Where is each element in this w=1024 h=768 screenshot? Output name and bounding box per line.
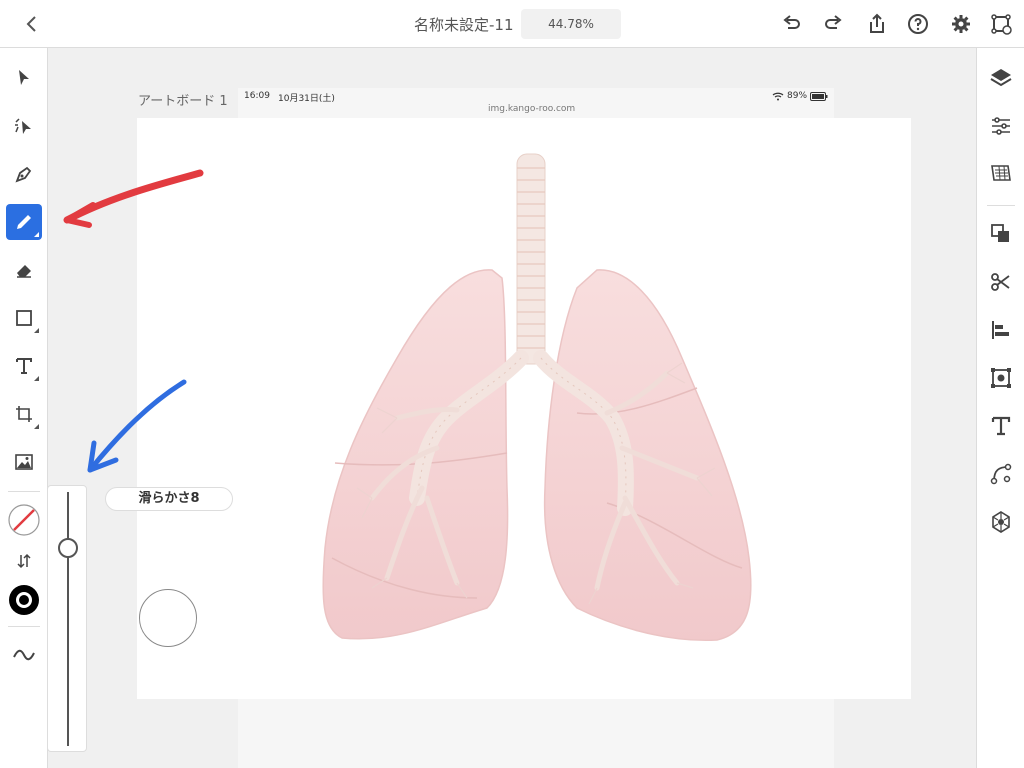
arrange-icon[interactable]: [989, 222, 1013, 246]
smoothing-slider-thumb[interactable]: [58, 538, 78, 558]
rectangle-icon: [16, 310, 32, 326]
eraser-tool[interactable]: [6, 252, 42, 288]
embedded-screenshot-status-bar: 16:09 10月31日(土) img.kango-roo.com 89%: [238, 88, 834, 118]
toolbar-divider: [8, 626, 40, 627]
select-tool[interactable]: [6, 60, 42, 96]
fill-color-icon[interactable]: [7, 583, 41, 617]
direct-select-tool[interactable]: [6, 108, 42, 144]
smoothing-slider-track[interactable]: [67, 492, 69, 746]
libraries-icon[interactable]: [989, 162, 1013, 186]
app-window: 名称未設定-11 44.78% アートボード 1 16:09 10月31日(土)…: [0, 0, 1024, 768]
zoom-level[interactable]: 44.78%: [521, 9, 621, 39]
brush-size-preview: [139, 589, 197, 647]
status-battery: 89%: [787, 91, 808, 101]
rectangle-tool[interactable]: [6, 300, 42, 336]
status-date: 10月31日(土): [278, 94, 335, 104]
pencil-icon: [17, 215, 31, 229]
pen-tool[interactable]: [6, 156, 42, 192]
pattern-icon[interactable]: [989, 510, 1013, 534]
submenu-indicator: [34, 376, 39, 381]
artboard-label[interactable]: アートボード 1: [138, 90, 228, 109]
smoothing-slider-panel: [47, 485, 87, 752]
direct-select-icon: [15, 118, 31, 134]
top-bar: 名称未設定-11 44.78%: [0, 0, 1024, 48]
properties-icon[interactable]: [989, 114, 1013, 138]
image-icon: [15, 454, 33, 470]
document-title[interactable]: 名称未設定-11: [414, 14, 514, 35]
submenu-indicator: [34, 328, 39, 333]
image-trace-icon[interactable]: [989, 366, 1013, 390]
eraser-icon: [17, 265, 31, 278]
gear-icon[interactable]: [949, 12, 973, 36]
stroke-color-icon[interactable]: [7, 503, 41, 537]
layers-icon[interactable]: [989, 66, 1013, 90]
select-icon: [19, 70, 29, 85]
pen-icon: [15, 166, 32, 183]
help-icon[interactable]: [906, 12, 930, 36]
artboard[interactable]: [137, 118, 911, 699]
path-icon[interactable]: [989, 462, 1013, 486]
lungs-illustration[interactable]: [137, 118, 911, 699]
transform-icon: [16, 406, 32, 422]
status-time: 16:09: [244, 91, 270, 101]
image-tool[interactable]: [6, 444, 42, 480]
pencil-tool[interactable]: [6, 204, 42, 240]
text-tool[interactable]: [6, 348, 42, 384]
text-panel-icon[interactable]: [989, 414, 1013, 438]
panel-divider: [987, 205, 1015, 206]
right-toolbar: [976, 48, 1024, 768]
embedded-screenshot-bottom: [238, 699, 834, 768]
back-icon[interactable]: [20, 12, 44, 36]
status-url: img.kango-roo.com: [488, 104, 576, 114]
smoothing-icon[interactable]: [12, 645, 36, 665]
transform-tool[interactable]: [6, 396, 42, 432]
blue-annotation-arrow: [87, 379, 187, 473]
submenu-indicator: [34, 424, 39, 429]
undo-icon[interactable]: [779, 12, 803, 36]
toolbar-divider: [8, 491, 40, 492]
share-icon[interactable]: [865, 12, 889, 36]
left-toolbar: [0, 48, 48, 768]
red-annotation-arrow: [63, 169, 204, 228]
align-icon[interactable]: [989, 318, 1013, 342]
cloud-doc-icon[interactable]: [989, 12, 1013, 36]
battery-icon: [810, 92, 828, 101]
wifi-icon: [772, 92, 784, 101]
shape-builder-icon[interactable]: [989, 270, 1013, 294]
submenu-indicator: [34, 232, 39, 237]
swap-icon[interactable]: [14, 551, 34, 571]
smoothing-value-label: 滑らかさ8: [105, 487, 233, 511]
text-icon: [16, 358, 32, 374]
redo-icon[interactable]: [822, 12, 846, 36]
